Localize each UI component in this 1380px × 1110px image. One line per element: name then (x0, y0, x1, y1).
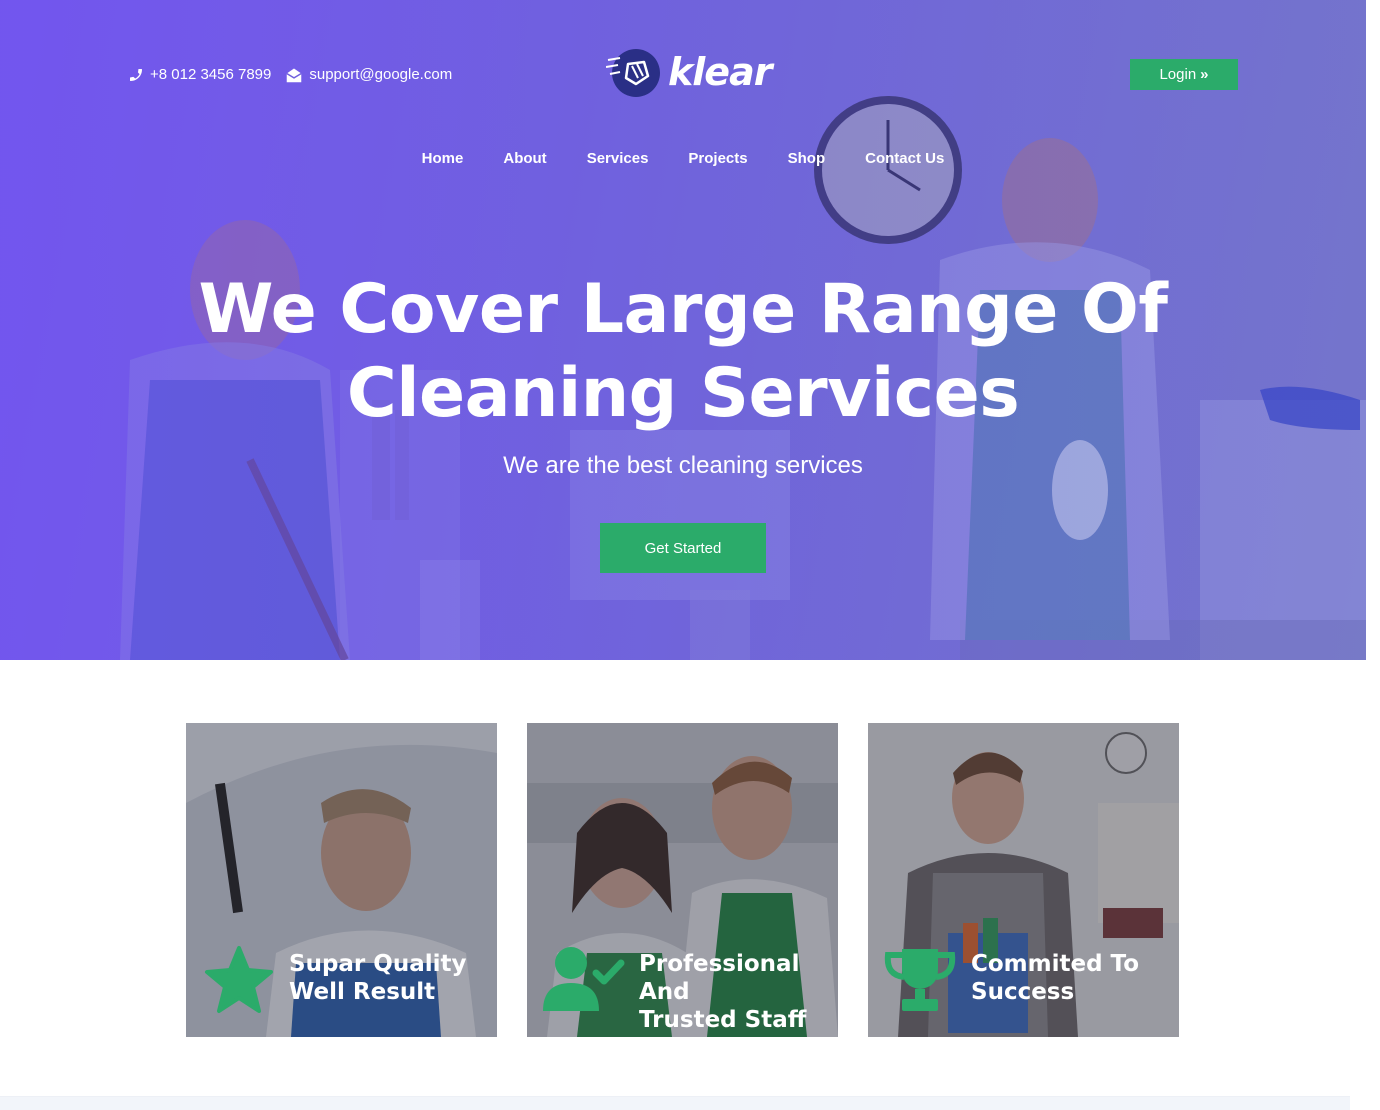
phone-icon (130, 68, 142, 81)
cleaning-hand-icon (606, 49, 660, 97)
nav-item-home[interactable]: Home (422, 150, 464, 167)
envelope-open-icon (286, 67, 303, 82)
login-label: Login (1159, 66, 1197, 83)
get-started-button[interactable]: Get Started (600, 523, 766, 573)
feature-card-success[interactable]: Commited To Success (868, 723, 1179, 1037)
main-nav: Home About Services Projects Shop Contac… (0, 150, 1366, 167)
trophy-icon (884, 949, 956, 1011)
nav-item-projects[interactable]: Projects (688, 150, 747, 167)
feature-title: Supar Quality Well Result (289, 950, 466, 1006)
user-check-icon (543, 947, 625, 1011)
hero-title: We Cover Large Range Of Cleaning Service… (0, 268, 1366, 436)
phone-contact[interactable]: +8 012 3456 7899 (128, 66, 271, 83)
nav-item-services[interactable]: Services (587, 150, 649, 167)
double-chevron-right-icon: » (1200, 66, 1209, 83)
feature-title-line2: Well Result (289, 979, 436, 1005)
hero-subtitle: We are the best cleaning services (503, 452, 863, 479)
hero-title-line1: We Cover Large Range Of (198, 270, 1168, 349)
feature-title-line2: Trusted Staff (639, 1007, 807, 1033)
brand-name: klear (668, 50, 772, 94)
feature-title-line1: Professional And (639, 951, 800, 1005)
email-address: support@google.com (309, 66, 453, 83)
phone-number: +8 012 3456 7899 (150, 66, 272, 83)
feature-title-line2: Success (971, 979, 1075, 1005)
feature-card-quality[interactable]: Supar Quality Well Result (186, 723, 497, 1037)
nav-item-shop[interactable]: Shop (788, 150, 826, 167)
feature-title: Commited To Success (971, 950, 1139, 1006)
feature-title-line1: Commited To (971, 951, 1139, 977)
star-icon (205, 946, 273, 1013)
nav-item-contact-us[interactable]: Contact Us (865, 150, 944, 167)
feature-title: Professional And Trusted Staff (639, 950, 838, 1034)
contact-info: +8 012 3456 7899 support@google.com (128, 66, 466, 83)
feature-title-line1: Supar Quality (289, 951, 467, 977)
nav-item-about[interactable]: About (503, 150, 546, 167)
brand-logo[interactable]: klear (606, 46, 772, 98)
email-contact[interactable]: support@google.com (285, 66, 452, 83)
next-section-edge (0, 1096, 1350, 1110)
hero-title-line2: Cleaning Services (346, 354, 1020, 433)
feature-card-staff[interactable]: Professional And Trusted Staff (527, 723, 838, 1037)
feature-cards: Supar Quality Well Result Professional A… (186, 723, 1179, 1037)
login-button[interactable]: Login » (1130, 59, 1238, 90)
